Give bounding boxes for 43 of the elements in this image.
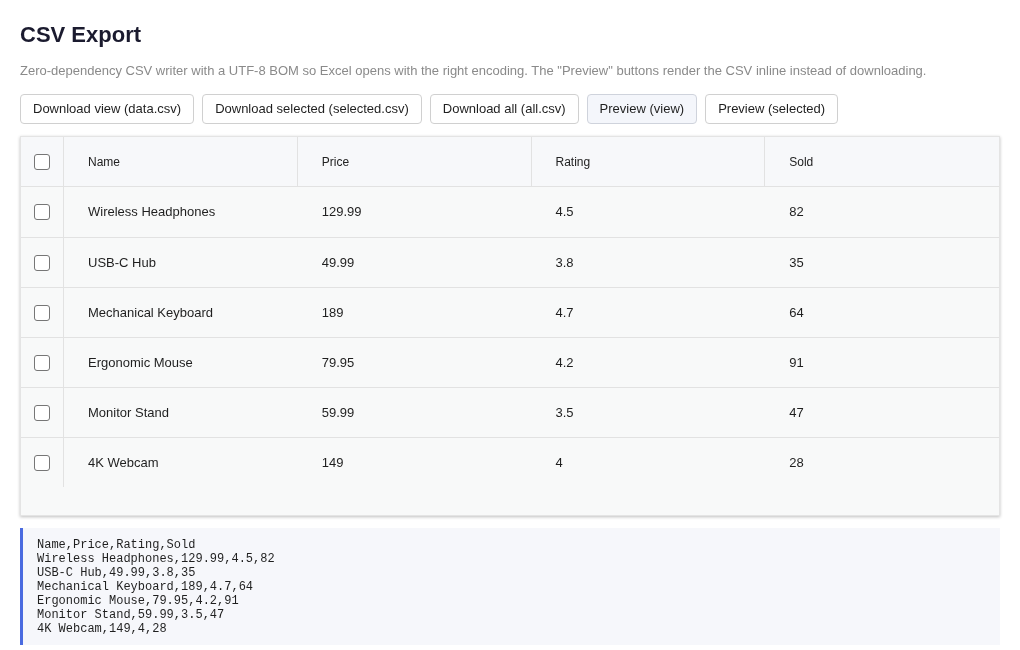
table-cell-text: 79.95 xyxy=(321,353,355,372)
checkbox[interactable] xyxy=(34,254,50,271)
checkbox[interactable] xyxy=(34,304,50,321)
table-cell-text: Wireless Headphones xyxy=(88,203,216,222)
export-button[interactable]: Download view (data.csv) xyxy=(20,94,195,124)
table-cell-text: 3.8 xyxy=(555,253,574,272)
csv-text: Name,Price,Rating,Sold Wireless Headphones,129.99,4.5,82 USB-C Hub,49.99,3.8,35 Mechanical Keyboard,189,4.7,64 Ergonomic Mouse,79.95,4.2,91 Monitor Stand,59.99,3.5,47 4K Webcam,149,4,28 xyxy=(37,538,275,636)
table-cell-text: 28 xyxy=(789,453,804,472)
table-cell-text: 189 xyxy=(321,303,344,322)
checkbox[interactable] xyxy=(34,404,50,421)
table-cell-text: 4.7 xyxy=(555,303,574,322)
table-cell-text: 4.2 xyxy=(555,353,574,372)
export-button[interactable]: Preview (view) xyxy=(586,94,698,124)
table-cell-text: 149 xyxy=(321,453,344,472)
column-header: Rating xyxy=(531,137,766,186)
table-cell-text: 35 xyxy=(789,253,804,272)
table-cell-text: 49.99 xyxy=(321,253,355,272)
checkbox[interactable] xyxy=(34,204,50,220)
table-cell-text: Monitor Stand xyxy=(88,403,169,422)
checkbox[interactable] xyxy=(34,454,50,471)
export-button[interactable]: Download selected (selected.csv) xyxy=(202,94,422,124)
table-cell-text: USB-C Hub xyxy=(88,253,156,272)
table-cell-text: 4K Webcam xyxy=(88,453,159,472)
column-header: Price xyxy=(297,137,532,186)
column-header: Name xyxy=(64,137,298,186)
table-cell-text: 129.99 xyxy=(321,203,362,222)
table-cell-text: 59.99 xyxy=(321,403,355,422)
table-cell-text: 91 xyxy=(789,353,804,372)
page-description: Zero-dependency CSV writer with a UTF-8 BOM so Excel opens with the right encoding. The "Preview" buttons render the CSV inline instead of downloading. xyxy=(20,63,927,79)
table-cell-text: 82 xyxy=(789,203,804,222)
table-cell-text: 64 xyxy=(789,303,804,322)
table-cell-text: 47 xyxy=(789,403,804,422)
checkbox[interactable] xyxy=(34,153,50,170)
checkbox[interactable] xyxy=(34,354,50,371)
table-cell-text: 4 xyxy=(555,453,563,472)
page-title: CSV Export xyxy=(20,21,142,49)
table-cell-text: 4.5 xyxy=(555,203,574,222)
export-button[interactable]: Preview (selected) xyxy=(705,94,839,124)
table-cell-text: Ergonomic Mouse xyxy=(88,353,193,372)
table-cell-text: Mechanical Keyboard xyxy=(88,303,214,322)
export-button[interactable]: Download all (all.csv) xyxy=(429,94,579,124)
column-header: Sold xyxy=(788,153,815,171)
table-cell-text: 3.5 xyxy=(555,403,574,422)
